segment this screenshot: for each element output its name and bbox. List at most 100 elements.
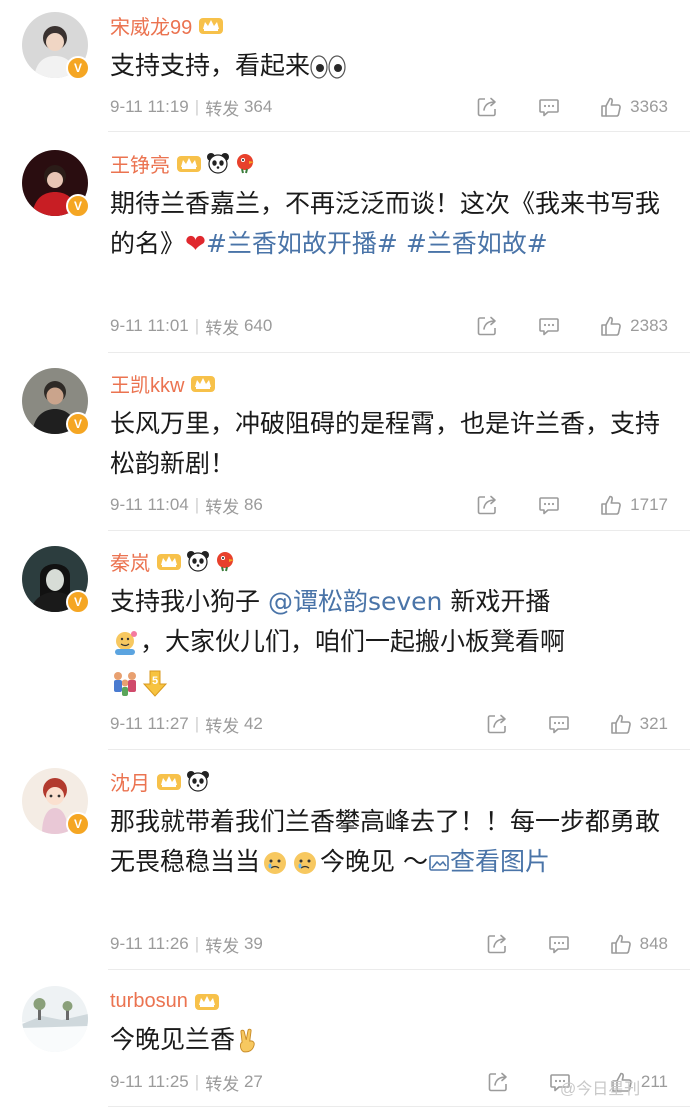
comment-text: 那我就带着我们兰香攀高峰去了！！每一步都勇敢无畏稳稳当当 今晚见 ～查看图片 (110, 802, 670, 882)
divider (108, 530, 690, 531)
username[interactable]: 王凯kkw (110, 369, 184, 398)
like-icon[interactable] (600, 96, 622, 118)
divider (108, 969, 690, 970)
view-image-link[interactable]: 查看图片 (428, 847, 550, 876)
five-arrow-emoji-icon: 5 (142, 670, 168, 697)
like-count: 1717 (630, 495, 668, 514)
verified-badge-icon: V (66, 412, 90, 436)
like-icon[interactable] (610, 713, 632, 735)
crown-icon (194, 990, 220, 1012)
meta-separator: | (194, 714, 200, 733)
username[interactable]: 秦岚 (110, 547, 150, 576)
comment-icon[interactable] (548, 933, 570, 955)
comment-text: 长风万里，冲破阻碍的是程霄，也是许兰香，支持松韵新剧！ (110, 404, 670, 484)
comment-icon[interactable] (538, 315, 560, 337)
crown-icon (190, 372, 216, 394)
comment-actions: 1717 (476, 490, 668, 520)
comment-body: ，大家伙儿们，咱们一起搬小板凳看啊 (140, 627, 566, 656)
comment-body: 支持我小狗子 (110, 587, 261, 616)
comment-actions: 2383 (476, 311, 668, 341)
comment-icon[interactable] (538, 494, 560, 516)
comment-date: 9-11 11:25 (110, 1072, 189, 1091)
meta-separator: | (194, 316, 200, 335)
divider (108, 131, 690, 132)
username-row: 秦岚 (110, 546, 236, 576)
username[interactable]: 沈月 (110, 767, 150, 796)
mention-link[interactable]: @谭松韵seven (268, 587, 442, 616)
comment-body: 今晚见兰香 (110, 1025, 236, 1054)
view-image-label: 查看图片 (449, 847, 550, 876)
comment-date: 9-11 11:26 (110, 934, 189, 953)
repost-count: 39 (243, 934, 263, 953)
eyes-emoji-icon (310, 55, 346, 79)
like-icon[interactable] (600, 494, 622, 516)
panda-icon (186, 770, 210, 792)
verified-badge-icon: V (66, 56, 90, 80)
divider (108, 352, 690, 353)
username[interactable]: 王铮亮 (110, 149, 170, 178)
share-icon[interactable] (476, 96, 498, 118)
image-icon (429, 855, 449, 871)
crown-icon (156, 770, 182, 792)
repost-count: 27 (243, 1072, 263, 1091)
username[interactable]: turbosun (110, 990, 188, 1013)
svg-text:5: 5 (152, 675, 158, 687)
like-count: 2383 (630, 316, 668, 335)
victory-hand-emoji-icon (235, 1028, 261, 1054)
share-icon[interactable] (476, 315, 498, 337)
repost-label: 转发 (205, 318, 240, 338)
bird-icon (234, 152, 256, 174)
repost-count: 640 (243, 316, 273, 335)
comment-body: 今晚见 ～ (320, 847, 428, 876)
like-icon[interactable] (610, 933, 632, 955)
watermark: @今日星刊 (560, 1081, 641, 1098)
repost-label: 转发 (205, 99, 240, 119)
like-count: 3363 (630, 97, 668, 116)
repost-label: 转发 (205, 497, 240, 517)
repost-label: 转发 (205, 936, 240, 956)
share-icon[interactable] (486, 713, 508, 735)
share-icon[interactable] (487, 1071, 509, 1093)
meta-separator: | (194, 1072, 200, 1091)
username-row: 王凯kkw (110, 368, 216, 398)
comment-actions: 848 (486, 929, 668, 959)
repost-count: 364 (243, 97, 273, 116)
teary-emoji-icon (294, 852, 317, 874)
username[interactable]: 宋威龙99 (110, 11, 192, 40)
comment-body: 长风万里，冲破阻碍的是程霄，也是许兰香，支持松韵新剧！ (110, 409, 661, 478)
heart-icon: ❤ (185, 229, 206, 258)
crown-icon (198, 14, 224, 36)
username-row: 沈月 (110, 766, 210, 796)
panda-icon (186, 550, 210, 572)
bird-icon (214, 550, 236, 572)
username-row: 宋威龙99 (110, 10, 224, 40)
repost-label: 转发 (205, 1074, 240, 1094)
comment-actions: 3363 (476, 92, 668, 122)
username-row: 王铮亮 (110, 148, 256, 178)
comment-text: 支持支持，看起来 (110, 46, 670, 86)
comment-icon[interactable] (538, 96, 560, 118)
topic-link[interactable]: #兰香如故# (406, 229, 548, 258)
family-emoji-icon (114, 672, 136, 696)
share-icon[interactable] (476, 494, 498, 516)
like-icon[interactable] (600, 315, 622, 337)
like-count: 321 (639, 714, 668, 733)
comment-date: 9-11 11:19 (110, 97, 189, 116)
comment-date: 9-11 11:01 (110, 316, 189, 335)
verified-badge-icon: V (66, 194, 90, 218)
verified-badge-icon: V (66, 590, 90, 614)
repost-count: 86 (243, 495, 263, 514)
verified-badge-icon: V (66, 812, 90, 836)
comment-text: 今晚见兰香 (110, 1020, 670, 1060)
teary-emoji-icon (264, 852, 287, 874)
crown-icon (176, 152, 202, 174)
meta-separator: | (194, 934, 200, 953)
topic-link[interactable]: #兰香如故开播# (206, 229, 398, 258)
divider (108, 749, 690, 750)
comment-text: 支持我小狗子 @谭松韵seven 新戏开播 ，大家伙儿们，咱们一起搬小板凳看啊 5 (110, 582, 670, 702)
comment-icon[interactable] (548, 713, 570, 735)
avatar[interactable] (22, 986, 88, 1052)
comment-date: 9-11 11:27 (110, 714, 189, 733)
divider (108, 1106, 690, 1107)
share-icon[interactable] (486, 933, 508, 955)
